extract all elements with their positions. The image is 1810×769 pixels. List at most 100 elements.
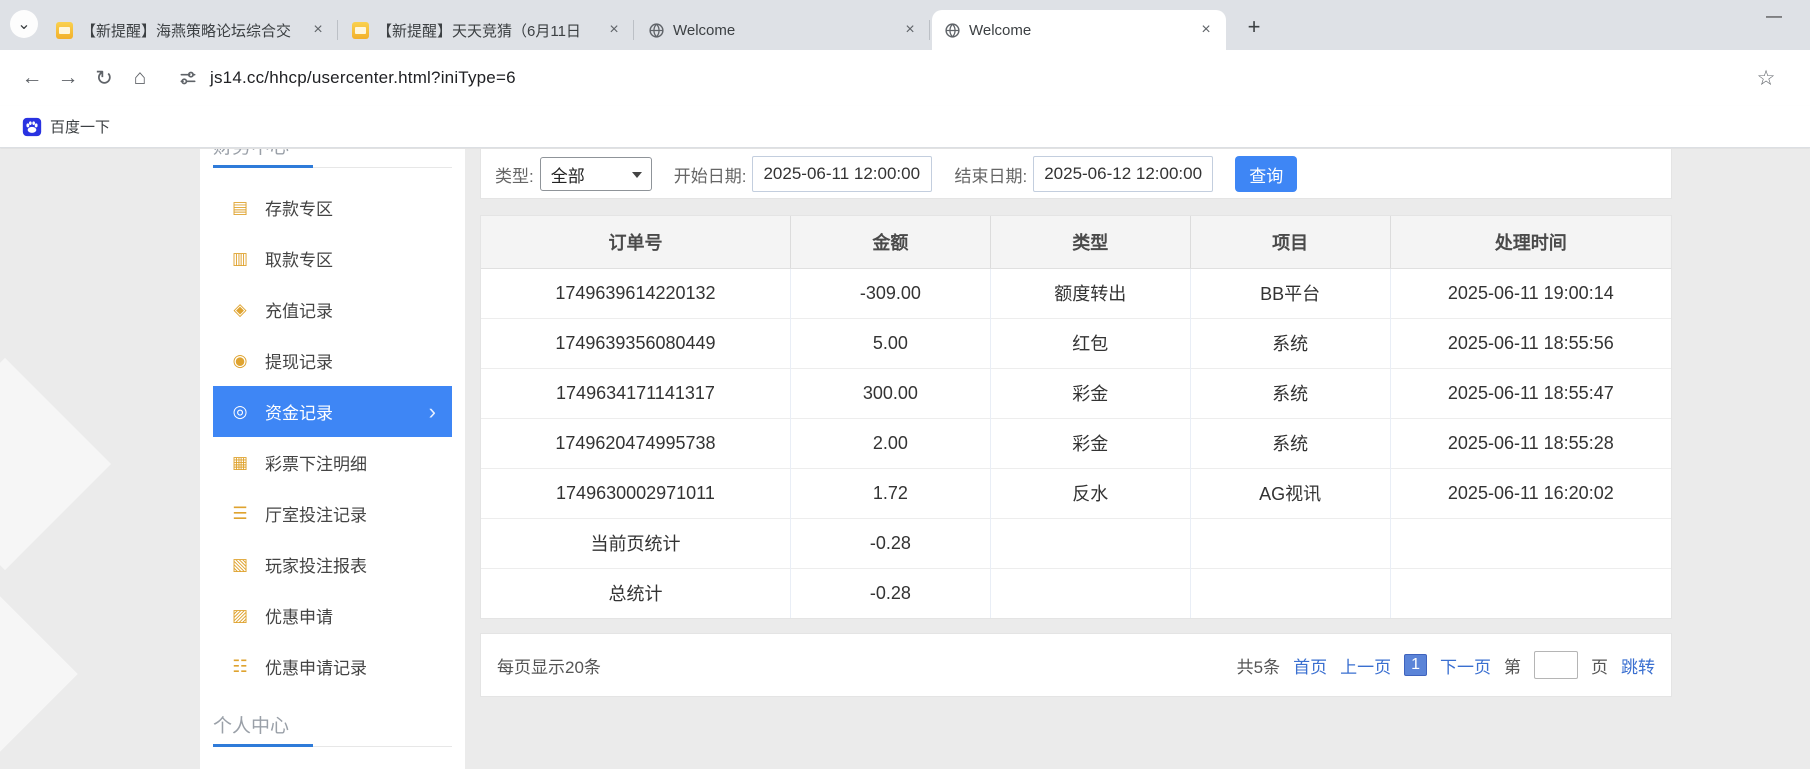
first-page-link[interactable]: 首页 — [1293, 653, 1327, 678]
section-underline — [213, 746, 452, 747]
tab-close-icon[interactable]: × — [308, 20, 328, 40]
sidebar-item-player-bet-report[interactable]: ▧玩家投注报表 — [213, 539, 452, 590]
document-icon: ▦ — [229, 453, 251, 473]
column-header: 处理时间 — [1390, 216, 1671, 268]
browser-tab-4-active[interactable]: Welcome × — [932, 10, 1226, 50]
sidebar-item-label: 玩家投注报表 — [265, 552, 367, 577]
browser-tab-3[interactable]: Welcome × — [636, 10, 930, 50]
table-cell — [990, 568, 1190, 618]
new-tab-button[interactable]: + — [1240, 13, 1268, 41]
table-cell: 2025-06-11 18:55:47 — [1390, 368, 1671, 418]
table-cell: -309.00 — [790, 268, 990, 318]
chevron-down-icon: ⌄ — [17, 14, 30, 34]
deposit-card-icon: ▤ — [229, 198, 251, 218]
column-header: 订单号 — [481, 216, 790, 268]
sidebar-item-label: 优惠申请 — [265, 603, 333, 628]
table-cell: -0.28 — [790, 518, 990, 568]
bookmarks-bar: 百度一下 — [0, 106, 1810, 148]
jump-button[interactable]: 跳转 — [1621, 653, 1655, 678]
table-cell: 额度转出 — [990, 268, 1190, 318]
browser-tab-1[interactable]: 【新提醒】海燕策略论坛综合交 × — [44, 10, 338, 50]
tab-title: 【新提醒】海燕策略论坛综合交 — [81, 20, 302, 41]
table-cell: 2025-06-11 18:55:28 — [1390, 418, 1671, 468]
sidebar: 财务中心 ▤ 存款专区 ▥取款专区 ◈ 充值记录 ◉提现记录◎资金记录›▦彩票下注明细☰厅… — [200, 149, 465, 769]
bookmark-star-icon[interactable]: ☆ — [1748, 60, 1784, 96]
back-button[interactable]: ← — [14, 60, 50, 96]
pagination-bar: 每页显示20条 共5条 首页 上一页 1 下一页 第 页 跳转 — [480, 633, 1672, 697]
table-cell: 系统 — [1190, 318, 1390, 368]
recharge-icon: ◈ — [229, 300, 251, 320]
start-date-input[interactable] — [752, 156, 932, 192]
finance-center-title: 财务中心 — [213, 149, 452, 161]
type-select[interactable]: 全部 — [540, 157, 652, 191]
prev-page-link[interactable]: 上一页 — [1340, 653, 1391, 678]
table-cell: 彩金 — [990, 418, 1190, 468]
sidebar-item-label: 充值记录 — [265, 297, 333, 322]
table-cell: 红包 — [990, 318, 1190, 368]
table-cell: 300.00 — [790, 368, 990, 418]
table-cell — [1390, 518, 1671, 568]
sidebar-item-lottery-bet-details[interactable]: ▦彩票下注明细 — [213, 437, 452, 488]
mail-favicon — [56, 22, 73, 39]
tab-close-icon[interactable]: × — [604, 20, 624, 40]
tab-search-button[interactable]: ⌄ — [10, 10, 38, 38]
reload-button[interactable]: ↻ — [86, 60, 122, 96]
filter-bar: 类型: 全部 开始日期: 结束日期: 查询 — [480, 149, 1672, 199]
table-row: 1749634171141317300.00彩金系统2025-06-11 18:… — [481, 368, 1671, 418]
sidebar-item-fund-records[interactable]: ◎资金记录› — [213, 386, 452, 437]
table-cell — [1390, 568, 1671, 618]
current-page-indicator: 1 — [1404, 654, 1427, 676]
page-jump-input[interactable] — [1534, 651, 1578, 679]
per-page-label: 每页显示20条 — [497, 653, 601, 678]
search-button[interactable]: 查询 — [1235, 156, 1297, 192]
sidebar-item-withdraw-area[interactable]: ▥取款专区 — [213, 233, 452, 284]
site-settings-icon[interactable] — [178, 68, 198, 88]
table-cell: -0.28 — [790, 568, 990, 618]
browser-tab-2[interactable]: 【新提醒】天天竞猜（6月11日 × — [340, 10, 634, 50]
table-cell: 5.00 — [790, 318, 990, 368]
bookmark-baidu[interactable]: 百度一下 — [14, 112, 118, 141]
tab-title: Welcome — [969, 22, 1190, 39]
coupon-icon: ▨ — [229, 606, 251, 626]
money-bag-icon: ◎ — [229, 402, 251, 422]
browser-toolbar: ← → ↻ ⌂ js14.cc/hhcp/usercenter.html?ini… — [0, 50, 1810, 106]
table-cell: 系统 — [1190, 418, 1390, 468]
chevron-right-icon: › — [429, 401, 436, 423]
jump-prefix-label: 第 — [1504, 653, 1521, 678]
column-header: 类型 — [990, 216, 1190, 268]
sidebar-item-label: 存款专区 — [265, 195, 333, 220]
end-date-input[interactable] — [1033, 156, 1213, 192]
home-button[interactable]: ⌂ — [122, 60, 158, 96]
table-cell — [990, 518, 1190, 568]
table-cell: 系统 — [1190, 368, 1390, 418]
sidebar-item-room-bet-records[interactable]: ☰厅室投注记录 — [213, 488, 452, 539]
sidebar-item-promo-apply-records[interactable]: ☷优惠申请记录 — [213, 641, 452, 692]
sidebar-item-recharge-records[interactable]: ◈ 充值记录 — [213, 284, 452, 335]
sidebar-item-promo-apply[interactable]: ▨ 优惠申请 — [213, 590, 452, 641]
table-cell: 2025-06-11 18:55:56 — [1390, 318, 1671, 368]
tab-close-icon[interactable]: × — [900, 20, 920, 40]
sidebar-item-deposit-area[interactable]: ▤ 存款专区 — [213, 182, 452, 233]
decorative-triangle — [0, 596, 78, 752]
url-text: js14.cc/hhcp/usercenter.html?iniType=6 — [210, 68, 516, 88]
records-table-body: 1749639614220132-309.00额度转出BB平台2025-06-1… — [481, 268, 1671, 618]
table-cell — [1190, 518, 1390, 568]
sidebar-section-finance: 财务中心 — [213, 149, 452, 168]
table-cell: 总统计 — [481, 568, 790, 618]
sidebar-item-label: 厅室投注记录 — [265, 501, 367, 526]
address-bar[interactable]: js14.cc/hhcp/usercenter.html?iniType=6 ☆ — [166, 58, 1796, 98]
baidu-icon — [22, 117, 42, 137]
table-row: 17496393560804495.00红包系统2025-06-11 18:55… — [481, 318, 1671, 368]
sidebar-section-personal: 个人中心 — [213, 714, 452, 747]
tab-close-icon[interactable]: × — [1196, 20, 1216, 40]
table-row: 17496204749957382.00彩金系统2025-06-11 18:55… — [481, 418, 1671, 468]
section-underline — [213, 167, 452, 168]
table-cell: 当前页统计 — [481, 518, 790, 568]
records-table-head: 订单号金额类型项目处理时间 — [481, 216, 1671, 268]
table-header-row: 订单号金额类型项目处理时间 — [481, 216, 1671, 268]
forward-button[interactable]: → — [50, 60, 86, 96]
sidebar-item-label: 优惠申请记录 — [265, 654, 367, 679]
window-minimize-button[interactable]: — — [1766, 8, 1782, 26]
sidebar-item-withdrawal-records[interactable]: ◉提现记录 — [213, 335, 452, 386]
next-page-link[interactable]: 下一页 — [1440, 653, 1491, 678]
